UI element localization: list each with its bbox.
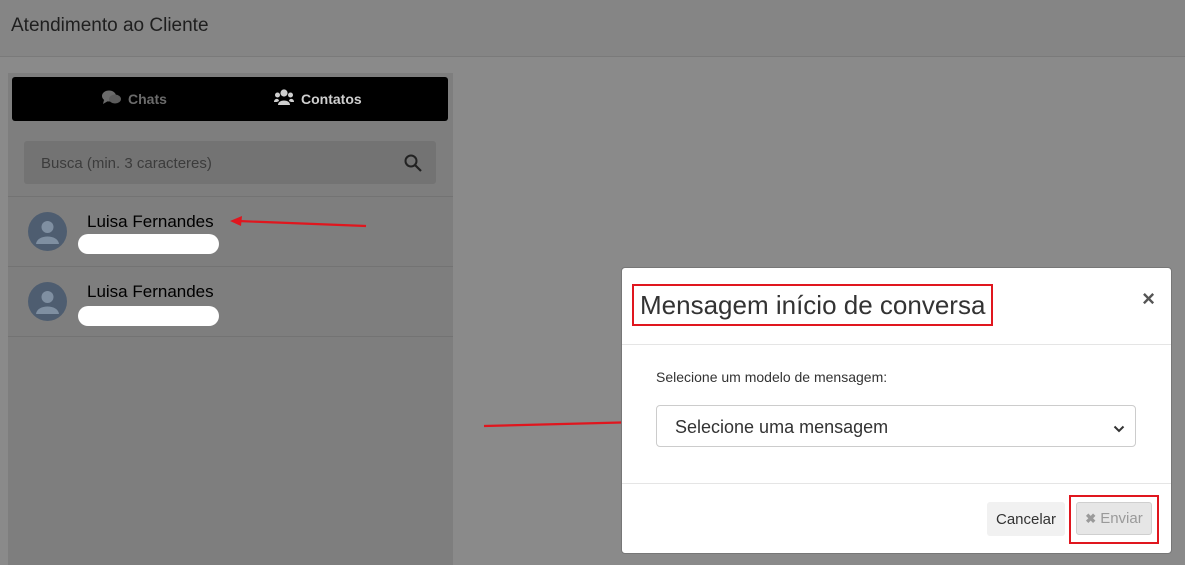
search-icon[interactable]	[404, 154, 422, 177]
start-conversation-modal: Mensagem início de conversa × Selecione …	[621, 267, 1172, 554]
tab-chats-label: Chats	[128, 91, 167, 107]
tab-chats[interactable]: Chats	[102, 77, 167, 121]
contacts-sidebar: Chats Contatos Busca (min. 3 caracteres)	[8, 73, 453, 565]
chat-bubbles-icon	[102, 90, 128, 108]
cancel-button[interactable]: Cancelar	[987, 502, 1065, 536]
search-placeholder: Busca (min. 3 caracteres)	[41, 155, 212, 172]
page-title: Atendimento ao Cliente	[11, 15, 209, 36]
tab-bar: Chats Contatos	[12, 77, 448, 121]
redaction-mark	[78, 234, 219, 254]
close-icon: ✖	[1085, 510, 1097, 526]
select-value: Selecione uma mensagem	[675, 417, 889, 437]
redaction-mark	[78, 306, 219, 326]
send-button-label: Enviar	[1100, 510, 1143, 527]
avatar	[28, 282, 67, 321]
contact-list-item[interactable]: Luisa Fernandes	[8, 196, 453, 266]
send-button[interactable]: ✖ Enviar	[1076, 502, 1152, 535]
tab-contacts-label: Contatos	[301, 91, 362, 107]
annotation-highlight: ✖ Enviar	[1069, 495, 1159, 544]
annotation-arrow	[230, 216, 367, 228]
contact-name: Luisa Fernandes	[87, 212, 214, 231]
message-template-select[interactable]: Selecione uma mensagem	[656, 405, 1136, 447]
modal-title: Mensagem início de conversa	[640, 289, 986, 320]
close-icon[interactable]: ×	[1142, 288, 1155, 310]
contact-list-item[interactable]: Luisa Fernandes	[8, 266, 453, 337]
avatar	[28, 212, 67, 251]
select-label: Selecione um modelo de mensagem:	[656, 369, 888, 385]
users-icon	[274, 89, 301, 109]
page-header: Atendimento ao Cliente	[0, 0, 1185, 57]
annotation-highlight: Mensagem início de conversa	[632, 284, 994, 326]
chevron-down-icon	[1113, 421, 1125, 439]
contact-name: Luisa Fernandes	[87, 282, 214, 301]
tab-contacts[interactable]: Contatos	[274, 77, 362, 121]
modal-footer: Cancelar ✖ Enviar	[622, 483, 1171, 554]
search-input[interactable]: Busca (min. 3 caracteres)	[24, 141, 436, 184]
modal-body: Selecione um modelo de mensagem: Selecio…	[622, 345, 1171, 483]
modal-header: Mensagem início de conversa ×	[622, 268, 1171, 345]
